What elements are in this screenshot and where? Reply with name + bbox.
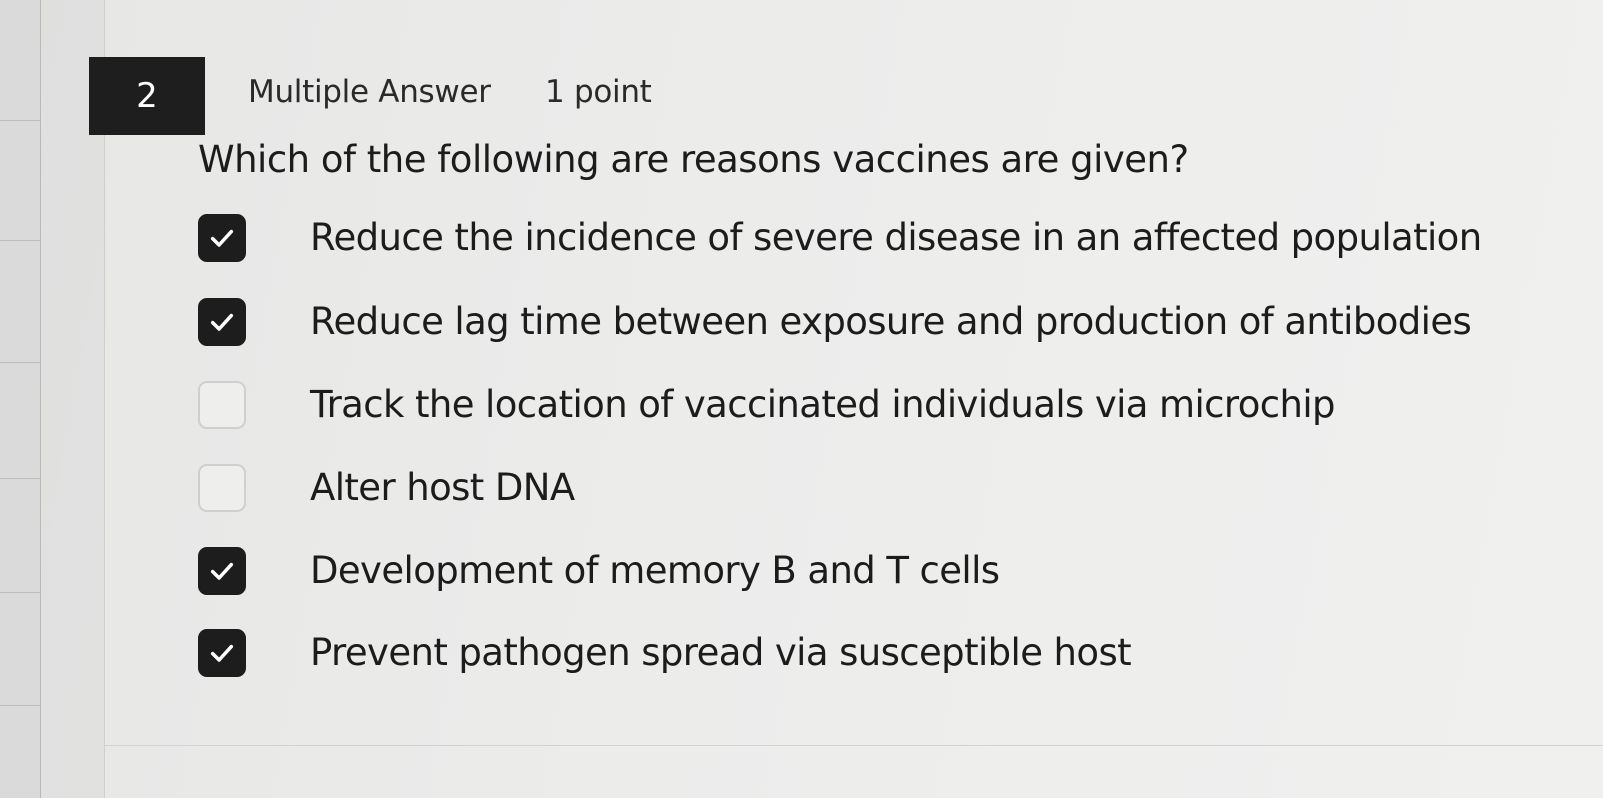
option-checkbox[interactable] (198, 298, 246, 346)
rail-divider (0, 240, 40, 241)
answer-option[interactable]: Reduce lag time between exposure and pro… (198, 294, 1472, 350)
checkmark-icon (210, 562, 234, 580)
rail-divider (0, 705, 40, 706)
answer-option[interactable]: Reduce the incidence of severe disease i… (198, 210, 1482, 266)
option-label: Reduce lag time between exposure and pro… (310, 300, 1472, 343)
option-label: Track the location of vaccinated individ… (310, 383, 1336, 426)
option-label: Alter host DNA (310, 466, 575, 509)
answer-option[interactable]: Alter host DNA (198, 460, 575, 516)
option-checkbox[interactable] (198, 629, 246, 677)
option-checkbox[interactable] (198, 381, 246, 429)
question-prompt: Which of the following are reasons vacci… (198, 138, 1189, 181)
option-label: Reduce the incidence of severe disease i… (310, 216, 1482, 259)
option-checkbox[interactable] (198, 214, 246, 262)
checkmark-icon (210, 313, 234, 331)
card-divider (104, 745, 1603, 746)
question-points: 1 point (545, 74, 652, 110)
option-label: Development of memory B and T cells (310, 549, 1000, 592)
question-type: Multiple Answer (248, 74, 491, 110)
answer-option[interactable]: Prevent pathogen spread via susceptible … (198, 625, 1132, 681)
answer-option[interactable]: Track the location of vaccinated individ… (198, 377, 1336, 433)
question-number-badge: 2 (89, 57, 205, 135)
rail-divider (0, 362, 40, 363)
rail-divider (0, 592, 40, 593)
option-label: Prevent pathogen spread via susceptible … (310, 631, 1132, 674)
checkmark-icon (210, 644, 234, 662)
answer-option[interactable]: Development of memory B and T cells (198, 543, 1000, 599)
question-number: 2 (136, 76, 158, 116)
rail-divider (0, 120, 40, 121)
left-rail (0, 0, 41, 798)
option-checkbox[interactable] (198, 547, 246, 595)
option-checkbox[interactable] (198, 464, 246, 512)
rail-divider (0, 478, 40, 479)
checkmark-icon (210, 229, 234, 247)
